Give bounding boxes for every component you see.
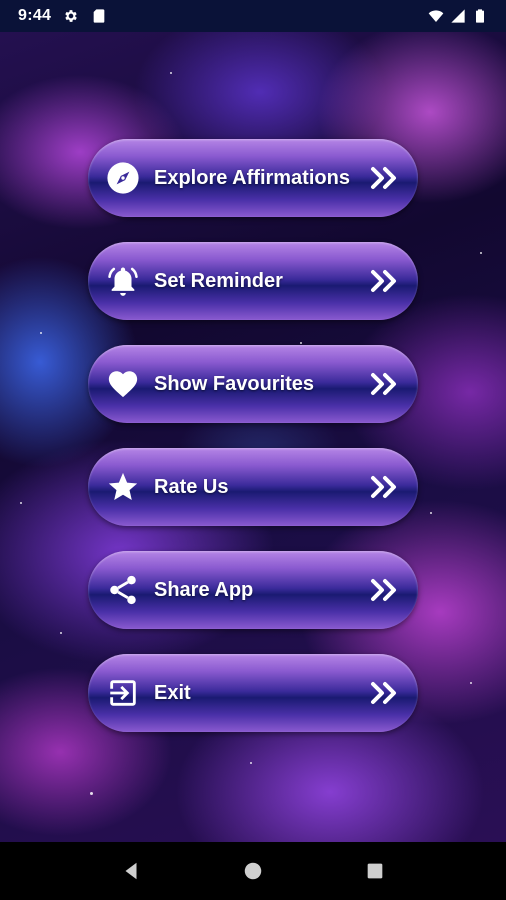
star-icon <box>104 468 142 506</box>
double-chevron-right-icon <box>368 576 402 604</box>
set-reminder-label: Set Reminder <box>154 269 283 292</box>
status-left: 9:44 <box>18 7 107 25</box>
star-dot <box>170 72 172 74</box>
explore-affirmations-label: Explore Affirmations <box>154 166 350 189</box>
back-icon[interactable] <box>119 859 143 883</box>
recents-icon[interactable] <box>363 859 387 883</box>
cell-signal-icon <box>450 8 466 24</box>
star-dot <box>430 512 432 514</box>
double-chevron-right-icon <box>368 370 402 398</box>
compass-icon <box>104 159 142 197</box>
star-dot <box>470 682 472 684</box>
rate-us-button[interactable]: Rate Us <box>88 448 418 526</box>
exit-button[interactable]: Exit <box>88 654 418 732</box>
show-favourites-label: Show Favourites <box>154 372 315 395</box>
battery-icon <box>472 8 488 24</box>
double-chevron-right-icon <box>368 679 402 707</box>
heart-icon <box>104 365 142 403</box>
star-dot <box>60 632 62 634</box>
navigation-bar <box>0 842 506 900</box>
star-dot <box>40 332 42 334</box>
exit-label: Exit <box>154 681 191 704</box>
app-screen: 9:44 Explore Affirmations Set Reminder S… <box>0 0 506 900</box>
rate-us-label: Rate Us <box>154 475 229 498</box>
star-dot <box>250 762 252 764</box>
exit-icon <box>104 674 142 712</box>
status-right <box>428 8 488 24</box>
home-icon[interactable] <box>241 859 265 883</box>
status-time: 9:44 <box>18 7 52 24</box>
share-app-button[interactable]: Share App <box>88 551 418 629</box>
share-app-label: Share App <box>154 578 254 601</box>
double-chevron-right-icon <box>368 267 402 295</box>
wifi-icon <box>428 8 444 24</box>
gear-icon <box>63 8 79 24</box>
sd-card-icon <box>91 8 107 24</box>
star-dot <box>20 502 22 504</box>
bell-icon <box>104 262 142 300</box>
star-dot <box>90 792 93 795</box>
share-icon <box>104 571 142 609</box>
status-bar: 9:44 <box>0 0 506 32</box>
set-reminder-button[interactable]: Set Reminder <box>88 242 418 320</box>
star-dot <box>300 342 302 344</box>
double-chevron-right-icon <box>368 164 402 192</box>
star-dot <box>480 252 482 254</box>
explore-affirmations-button[interactable]: Explore Affirmations <box>88 139 418 217</box>
double-chevron-right-icon <box>368 473 402 501</box>
show-favourites-button[interactable]: Show Favourites <box>88 345 418 423</box>
